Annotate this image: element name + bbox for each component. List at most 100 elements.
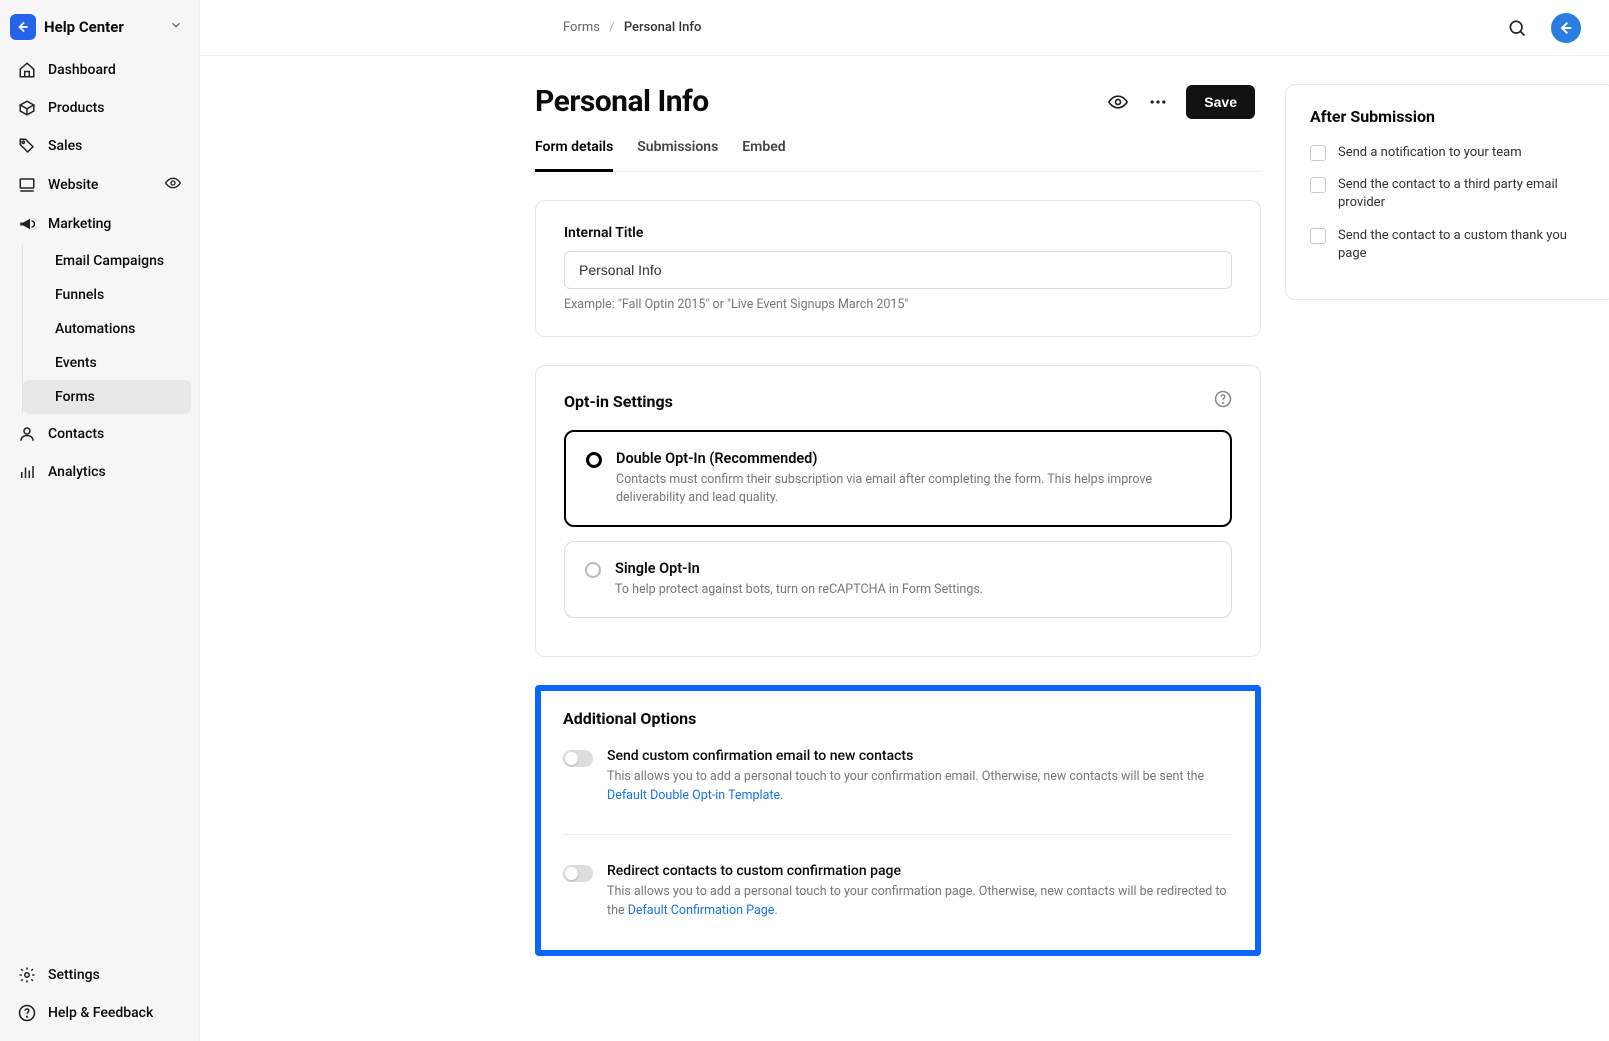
- breadcrumb-current: Personal Info: [624, 20, 702, 35]
- bars-icon: [18, 463, 36, 481]
- save-button[interactable]: Save: [1186, 85, 1255, 119]
- optin-settings-card: Opt-in Settings Double Opt-In (Recommend…: [535, 365, 1261, 657]
- toggle-desc: This allows you to add a personal touch …: [607, 883, 1233, 921]
- nav-item-help-feedback[interactable]: Help & Feedback: [8, 995, 191, 1031]
- more-button[interactable]: [1146, 90, 1170, 114]
- nav-item-website[interactable]: Website: [8, 166, 191, 204]
- internal-title-hint: Example: "Fall Optin 2015" or "Live Even…: [564, 297, 1232, 312]
- tab-form-details[interactable]: Form details: [535, 139, 613, 172]
- nav-label: Contacts: [48, 426, 104, 442]
- nav-item-marketing[interactable]: Marketing: [8, 206, 191, 242]
- template-link[interactable]: Default Confirmation Page: [628, 903, 775, 918]
- additional-options-title: Additional Options: [563, 709, 1233, 728]
- sidebar: Help Center Dashboard Products Sales Websit…: [0, 0, 200, 1041]
- box-icon: [18, 99, 36, 117]
- nav-item-events[interactable]: Events: [23, 346, 191, 380]
- toggle-desc: This allows you to add a personal touch …: [607, 768, 1233, 806]
- nav-item-contacts[interactable]: Contacts: [8, 416, 191, 452]
- optin-option-title: Single Opt-In: [615, 560, 983, 577]
- nav-label: Settings: [48, 967, 100, 983]
- toggle-switch[interactable]: [563, 750, 593, 767]
- sidebar-footer: Settings Help & Feedback: [8, 957, 191, 1031]
- divider: [563, 834, 1233, 835]
- optin-option-desc: To help protect against bots, turn on re…: [615, 581, 983, 599]
- preview-button[interactable]: [1106, 90, 1130, 114]
- breadcrumb: Forms / Personal Info: [563, 20, 701, 35]
- additional-option-0: Send custom confirmation email to new co…: [563, 746, 1233, 808]
- gear-icon: [18, 966, 36, 984]
- checkbox-label: Send the contact to a third party email …: [1338, 176, 1590, 212]
- after-submission-option-2: Send the contact to a custom thank you p…: [1310, 227, 1590, 263]
- nav-item-settings[interactable]: Settings: [8, 957, 191, 993]
- megaphone-icon: [18, 215, 36, 233]
- breadcrumb-parent[interactable]: Forms: [563, 20, 600, 35]
- template-link[interactable]: Default Double Opt-in Template: [607, 788, 780, 803]
- tab-submissions[interactable]: Submissions: [637, 139, 718, 172]
- app-logo-icon: [10, 14, 36, 40]
- nav-label: Email Campaigns: [55, 253, 164, 269]
- after-submission-option-0: Send a notification to your team: [1310, 144, 1590, 162]
- internal-title-label: Internal Title: [564, 225, 1232, 241]
- internal-title-card: Internal Title Example: "Fall Optin 2015…: [535, 200, 1261, 337]
- sidebar-nav: Dashboard Products Sales Website Marketing Em…: [8, 52, 191, 490]
- nav-item-funnels[interactable]: Funnels: [23, 278, 191, 312]
- radio-icon: [585, 562, 601, 578]
- optin-option-1[interactable]: Single Opt-In To help protect against bo…: [564, 541, 1232, 618]
- nav-item-forms[interactable]: Forms: [23, 380, 191, 414]
- brand-logo-icon[interactable]: [1551, 13, 1581, 43]
- monitor-icon: [18, 176, 36, 194]
- radio-icon: [586, 452, 602, 468]
- search-button[interactable]: [1505, 16, 1529, 40]
- toggle-title: Send custom confirmation email to new co…: [607, 748, 1233, 764]
- nav-label: Marketing: [48, 216, 111, 232]
- additional-options-box: Additional Options Send custom confirmat…: [535, 685, 1261, 956]
- topbar: Forms / Personal Info: [200, 0, 1609, 56]
- tabs: Form details Submissions Embed: [535, 139, 1261, 172]
- nav-item-sales[interactable]: Sales: [8, 128, 191, 164]
- chevron-down-icon: [169, 18, 183, 36]
- tab-embed[interactable]: Embed: [742, 139, 785, 172]
- optin-option-title: Double Opt-In (Recommended): [616, 450, 1210, 467]
- nav-label: Website: [48, 177, 98, 193]
- help-icon: [18, 1004, 36, 1022]
- internal-title-input[interactable]: [564, 251, 1232, 289]
- nav-label: Events: [55, 355, 97, 371]
- nav-item-dashboard[interactable]: Dashboard: [8, 52, 191, 88]
- workspace-title: Help Center: [44, 18, 161, 36]
- nav-item-email-campaigns[interactable]: Email Campaigns: [23, 244, 191, 278]
- additional-option-1: Redirect contacts to custom confirmation…: [563, 861, 1233, 923]
- after-submission-option-1: Send the contact to a third party email …: [1310, 176, 1590, 212]
- optin-option-0[interactable]: Double Opt-In (Recommended) Contacts mus…: [564, 430, 1232, 527]
- checkbox-label: Send a notification to your team: [1338, 144, 1522, 162]
- nav-item-products[interactable]: Products: [8, 90, 191, 126]
- tag-icon: [18, 137, 36, 155]
- nav-label: Help & Feedback: [48, 1005, 153, 1021]
- user-icon: [18, 425, 36, 443]
- nav-label: Automations: [55, 321, 135, 337]
- nav-label: Analytics: [48, 464, 106, 480]
- nav-label: Sales: [48, 138, 82, 154]
- help-icon[interactable]: [1214, 390, 1232, 412]
- nav-label: Dashboard: [48, 62, 116, 78]
- workspace-switcher[interactable]: Help Center: [8, 10, 191, 52]
- checkbox-label: Send the contact to a custom thank you p…: [1338, 227, 1590, 263]
- eye-icon: [165, 175, 181, 195]
- optin-option-desc: Contacts must confirm their subscription…: [616, 471, 1210, 507]
- after-submission-title: After Submission: [1310, 107, 1590, 126]
- optin-title: Opt-in Settings: [564, 392, 673, 411]
- nav-label: Products: [48, 100, 105, 116]
- checkbox[interactable]: [1310, 228, 1326, 244]
- page-title: Personal Info: [535, 84, 709, 119]
- main: Forms / Personal Info Personal Info: [200, 0, 1609, 1041]
- checkbox[interactable]: [1310, 177, 1326, 193]
- subnav: Email Campaigns Funnels Automations Events F…: [22, 244, 191, 414]
- home-icon: [18, 61, 36, 79]
- toggle-switch[interactable]: [563, 865, 593, 882]
- breadcrumb-separator: /: [609, 20, 614, 35]
- nav-label: Funnels: [55, 287, 104, 303]
- nav-label: Forms: [55, 389, 95, 405]
- toggle-title: Redirect contacts to custom confirmation…: [607, 863, 1233, 879]
- checkbox[interactable]: [1310, 145, 1326, 161]
- nav-item-automations[interactable]: Automations: [23, 312, 191, 346]
- nav-item-analytics[interactable]: Analytics: [8, 454, 191, 490]
